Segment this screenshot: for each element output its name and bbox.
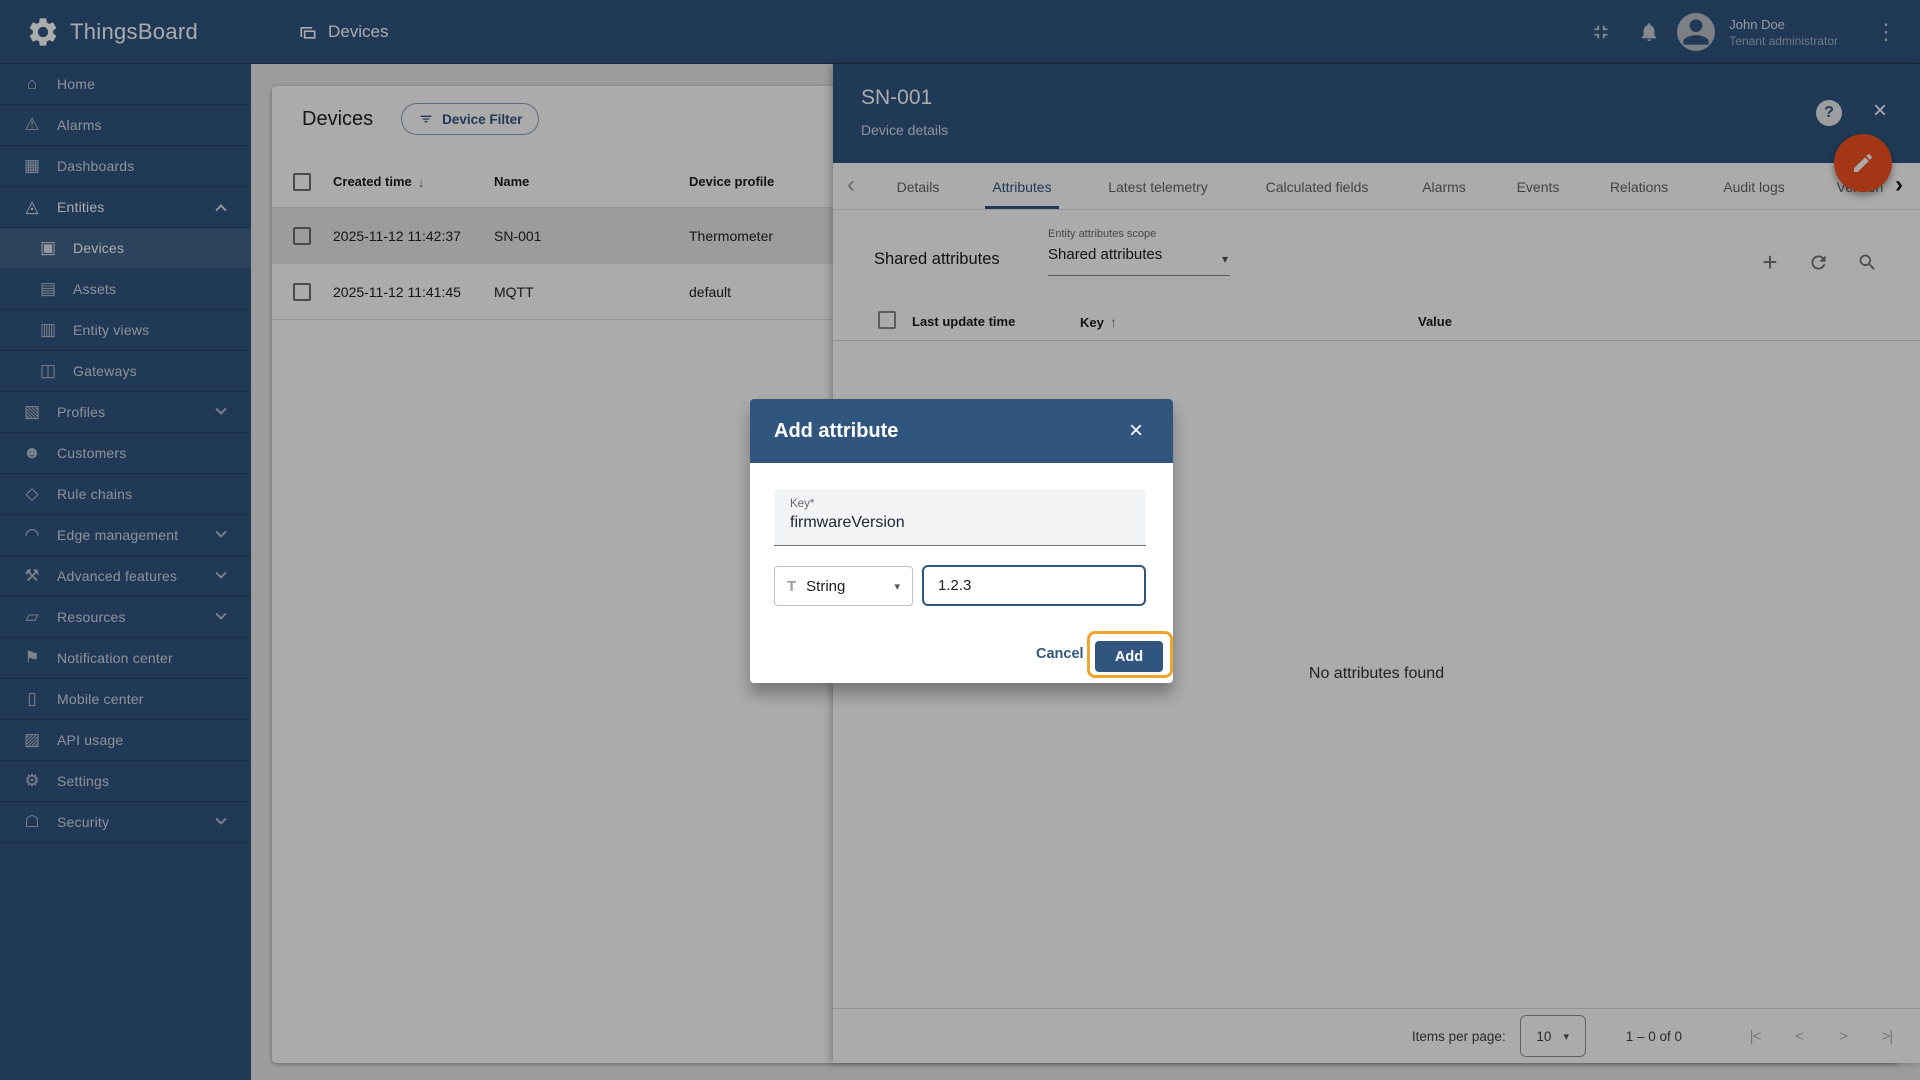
value-type-label: String <box>806 578 884 595</box>
value-input[interactable] <box>938 577 1130 594</box>
add-attribute-dialog: Add attribute × Key* T String ▾ Cancel A… <box>750 399 1173 683</box>
add-button[interactable]: Add <box>1095 641 1163 672</box>
dialog-title: Add attribute <box>774 420 1123 443</box>
attribute-key-field[interactable]: Key* <box>774 489 1146 546</box>
dialog-header: Add attribute × <box>750 399 1173 463</box>
thingsboard-app: ThingsBoard Devices John Doe Tenant admi… <box>0 0 1920 1080</box>
text-type-icon: T <box>787 578 796 595</box>
cancel-button[interactable]: Cancel <box>1036 646 1084 662</box>
key-input[interactable] <box>790 514 1130 532</box>
chevron-down-icon: ▾ <box>894 580 900 593</box>
close-icon[interactable]: × <box>1123 417 1149 445</box>
key-field-label: Key* <box>790 498 1130 510</box>
value-type-select[interactable]: T String ▾ <box>774 566 913 606</box>
attribute-value-field[interactable] <box>922 565 1146 606</box>
